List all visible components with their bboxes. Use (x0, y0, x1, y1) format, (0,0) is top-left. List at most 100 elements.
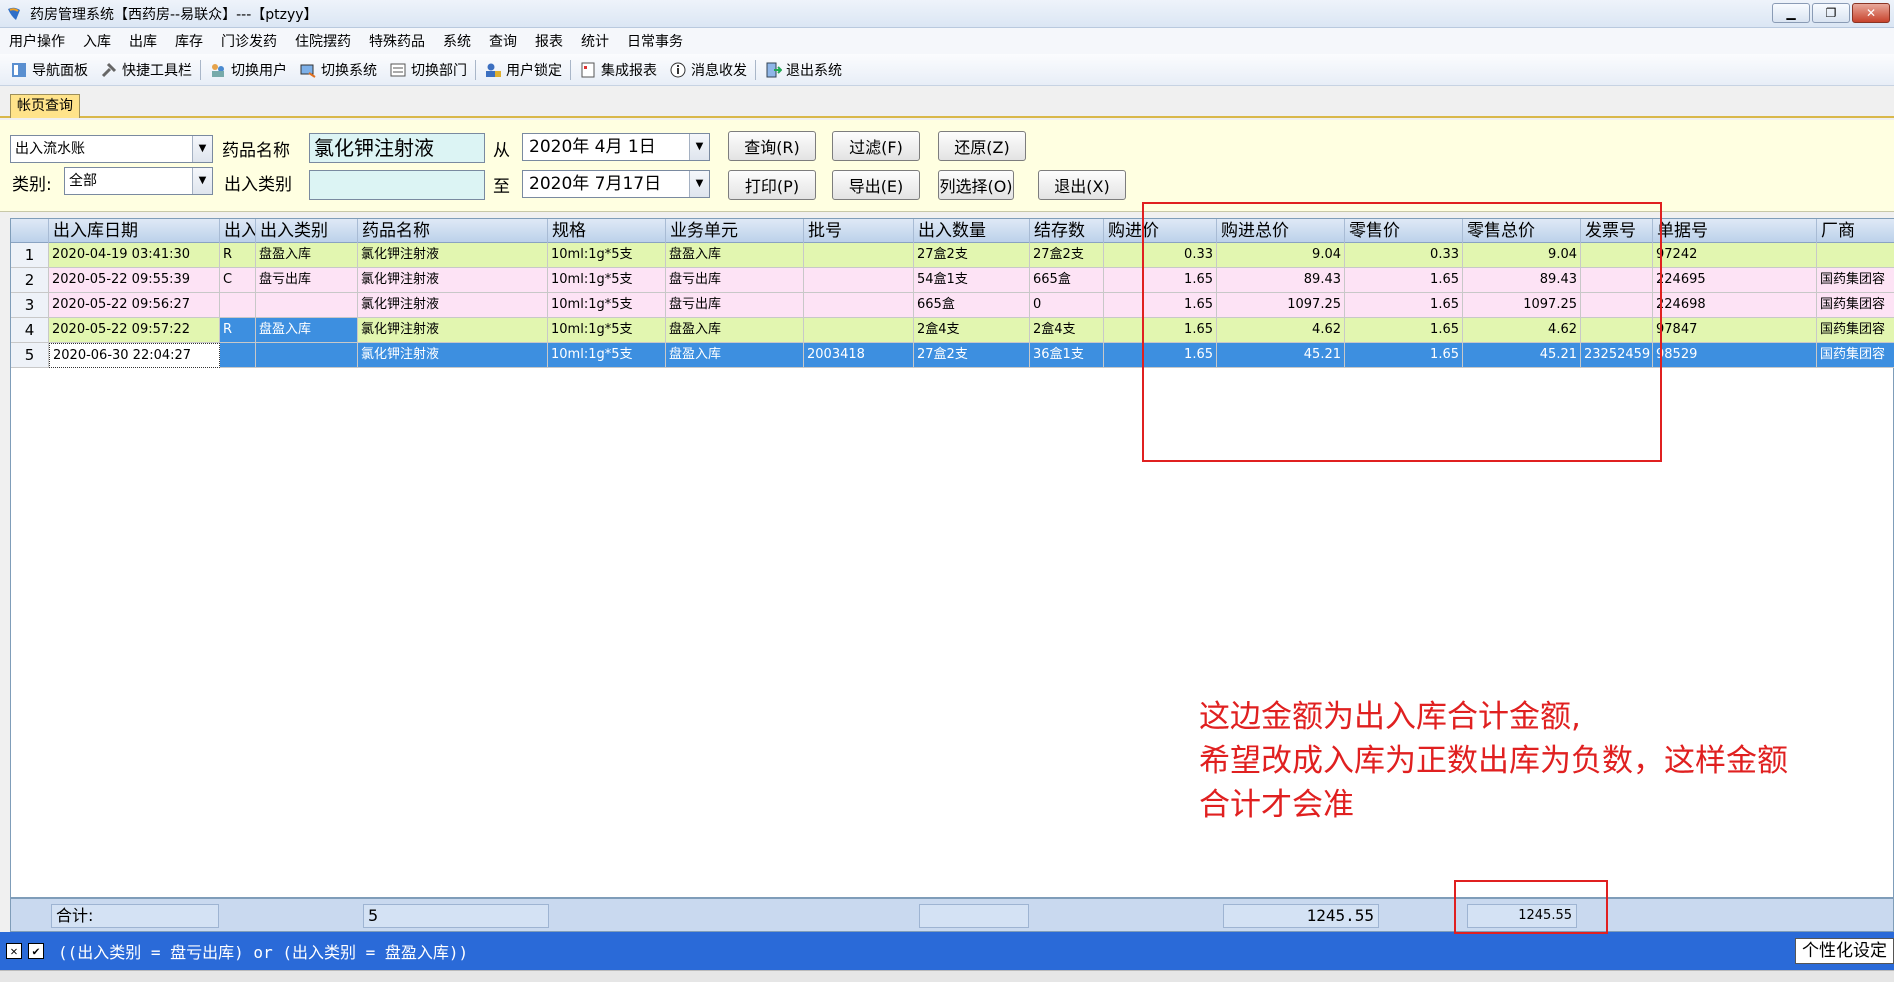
cell-spec[interactable]: 10ml:1g*5支 (548, 318, 666, 343)
cell-batch[interactable] (804, 243, 914, 268)
cell-balance[interactable]: 36盒1支 (1030, 343, 1104, 368)
cell-drug-name[interactable]: 氯化钾注射液 (358, 293, 548, 318)
cell-doc-no[interactable]: 224695 (1653, 268, 1817, 293)
cell-balance[interactable]: 2盒4支 (1030, 318, 1104, 343)
drug-name-input[interactable]: 氯化钾注射液 (309, 133, 485, 163)
cell-qty[interactable]: 27盒2支 (914, 243, 1030, 268)
clear-filter-icon[interactable]: ✕ (6, 943, 22, 959)
row-number[interactable]: 4 (11, 318, 49, 343)
cell-biz-unit[interactable]: 盘盈入库 (666, 318, 804, 343)
menu-stock-in[interactable]: 入库 (74, 31, 120, 51)
menu-inpatient[interactable]: 住院摆药 (286, 31, 360, 51)
bottom-scrollbar[interactable] (0, 970, 1894, 982)
cell-io-type[interactable] (256, 343, 358, 368)
cell-balance[interactable]: 665盒 (1030, 268, 1104, 293)
cell-qty[interactable]: 27盒2支 (914, 343, 1030, 368)
header-io[interactable]: 出入 (220, 219, 256, 243)
io-type-input[interactable] (309, 170, 485, 200)
cell-vendor[interactable]: 国药集团容 (1817, 343, 1894, 368)
cell-doc-no[interactable]: 98529 (1653, 343, 1817, 368)
personalize-button[interactable]: 个性化设定 (1795, 938, 1894, 964)
cell-doc-no[interactable]: 97242 (1653, 243, 1817, 268)
cell-batch[interactable] (804, 293, 914, 318)
chevron-down-icon[interactable]: ▼ (689, 171, 709, 197)
ledger-mode-select[interactable]: 出入流水账 ▼ (10, 135, 213, 163)
quick-toolbar-button[interactable]: 快捷工具栏 (94, 57, 198, 83)
cell-qty[interactable]: 54盒1支 (914, 268, 1030, 293)
cell-io-type[interactable] (256, 293, 358, 318)
switch-system-button[interactable]: 切换系统 (293, 57, 383, 83)
row-number[interactable]: 5 (11, 343, 49, 368)
cell-biz-unit[interactable]: 盘亏出库 (666, 268, 804, 293)
cell-drug-name[interactable]: 氯化钾注射液 (358, 243, 548, 268)
header-vendor[interactable]: 厂商 (1817, 219, 1894, 243)
cell-io-type[interactable]: 盘盈入库 (256, 243, 358, 268)
row-number[interactable]: 2 (11, 268, 49, 293)
column-select-button[interactable]: 列选择(O) (938, 170, 1014, 200)
header-drug-name[interactable]: 药品名称 (358, 219, 548, 243)
header-biz-unit[interactable]: 业务单元 (666, 219, 804, 243)
menu-reports[interactable]: 报表 (526, 31, 572, 51)
menu-system[interactable]: 系统 (434, 31, 480, 51)
menu-daily[interactable]: 日常事务 (618, 31, 692, 51)
from-date-picker[interactable]: 2020年 4月 1日 ▼ (522, 133, 710, 161)
minimize-button[interactable]: ▁ (1772, 3, 1810, 23)
nav-panel-button[interactable]: 导航面板 (4, 57, 94, 83)
cell-drug-name[interactable]: 氯化钾注射液 (358, 318, 548, 343)
cell-drug-name[interactable]: 氯化钾注射液 (358, 343, 548, 368)
cell-batch[interactable] (804, 268, 914, 293)
lock-user-button[interactable]: 用户锁定 (478, 57, 568, 83)
cell-balance[interactable]: 0 (1030, 293, 1104, 318)
cell-date[interactable]: 2020-05-22 09:57:22 (49, 318, 220, 343)
filter-enabled-checkbox[interactable]: ✔ (28, 943, 44, 959)
header-io-type[interactable]: 出入类别 (256, 219, 358, 243)
cell-io-type[interactable]: 盘盈入库 (256, 318, 358, 343)
cell-doc-no[interactable]: 224698 (1653, 293, 1817, 318)
menu-query[interactable]: 查询 (480, 31, 526, 51)
cell-spec[interactable]: 10ml:1g*5支 (548, 293, 666, 318)
cell-qty[interactable]: 2盒4支 (914, 318, 1030, 343)
cell-date[interactable]: 2020-04-19 03:41:30 (49, 243, 220, 268)
integrated-report-button[interactable]: 集成报表 (573, 57, 663, 83)
query-button[interactable]: 查询(R) (728, 131, 816, 161)
cell-date[interactable]: 2020-05-22 09:56:27 (49, 293, 220, 318)
cell-batch[interactable] (804, 318, 914, 343)
header-qty[interactable]: 出入数量 (914, 219, 1030, 243)
row-number[interactable]: 3 (11, 293, 49, 318)
cell-date[interactable]: 2020-05-22 09:55:39 (49, 268, 220, 293)
export-button[interactable]: 导出(E) (832, 170, 920, 200)
restore-button[interactable]: 还原(Z) (938, 131, 1026, 161)
chevron-down-icon[interactable]: ▼ (192, 136, 212, 162)
close-button[interactable]: ✕ (1852, 3, 1890, 23)
maximize-button[interactable]: ❐ (1812, 3, 1850, 23)
header-doc-no[interactable]: 单据号 (1653, 219, 1817, 243)
switch-user-button[interactable]: 切换用户 (203, 57, 293, 83)
cell-vendor[interactable]: 国药集团容 (1817, 318, 1894, 343)
cell-vendor[interactable]: 国药集团容 (1817, 268, 1894, 293)
cell-qty[interactable]: 665盒 (914, 293, 1030, 318)
cell-io[interactable]: R (220, 318, 256, 343)
cell-spec[interactable]: 10ml:1g*5支 (548, 343, 666, 368)
cell-io[interactable] (220, 293, 256, 318)
category-select[interactable]: 全部 ▼ (64, 167, 213, 195)
menu-user-ops[interactable]: 用户操作 (0, 31, 74, 51)
cell-doc-no[interactable]: 97847 (1653, 318, 1817, 343)
tab-ledger-query[interactable]: 帐页查询 (10, 94, 80, 118)
cell-vendor[interactable]: 国药集团容 (1817, 293, 1894, 318)
cell-drug-name[interactable]: 氯化钾注射液 (358, 268, 548, 293)
switch-dept-button[interactable]: 切换部门 (383, 57, 473, 83)
print-button[interactable]: 打印(P) (728, 170, 816, 200)
cell-date[interactable]: 2020-06-30 22:04:27 (49, 343, 220, 368)
menu-statistics[interactable]: 统计 (572, 31, 618, 51)
exit-button[interactable]: 退出(X) (1038, 170, 1126, 200)
menu-stock-out[interactable]: 出库 (120, 31, 166, 51)
menu-outpatient[interactable]: 门诊发药 (212, 31, 286, 51)
menu-special-drugs[interactable]: 特殊药品 (360, 31, 434, 51)
cell-biz-unit[interactable]: 盘盈入库 (666, 243, 804, 268)
messages-button[interactable]: 消息收发 (663, 57, 753, 83)
cell-io[interactable]: R (220, 243, 256, 268)
chevron-down-icon[interactable]: ▼ (192, 168, 212, 194)
filter-button[interactable]: 过滤(F) (832, 131, 920, 161)
to-date-picker[interactable]: 2020年 7月17日 ▼ (522, 170, 710, 198)
cell-batch[interactable]: 2003418 (804, 343, 914, 368)
